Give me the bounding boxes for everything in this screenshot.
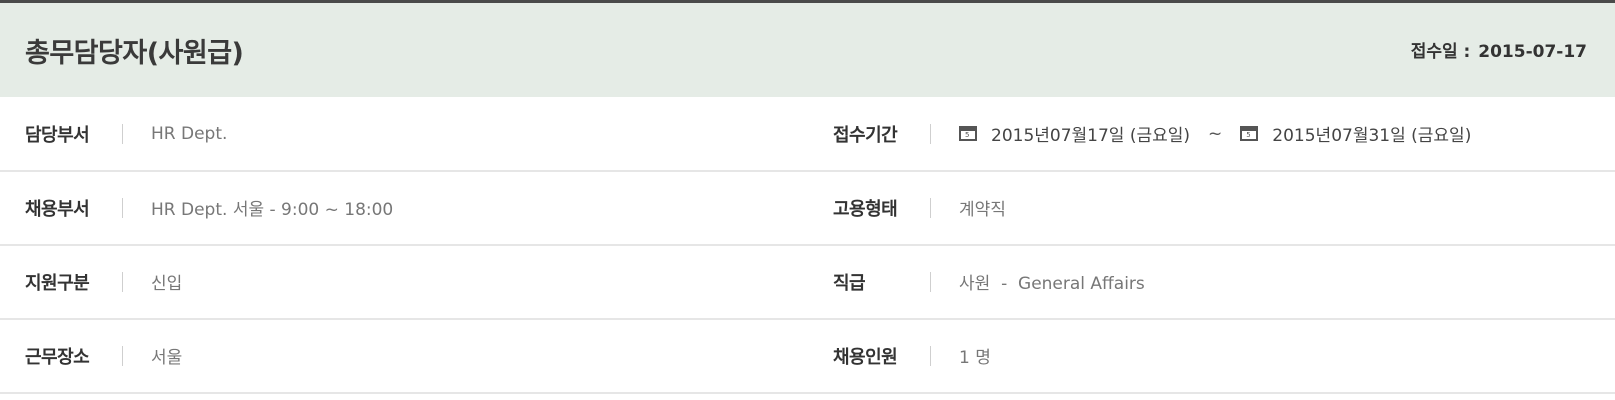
info-row: 담당부서 HR Dept. 접수기간 5 2015년07월17일 (금요일) ~… (0, 97, 1615, 172)
info-row: 채용부서 HR Dept. 서울 - 9:00 ~ 18:00 고용형태 계약직 (0, 171, 1615, 246)
field-label: 지원구분 (25, 272, 90, 294)
field-applicant-type: 지원구분 신입 (25, 245, 182, 318)
period-end: 2015년07월31일 (금요일) (1272, 126, 1472, 146)
divider (930, 197, 931, 218)
field-label: 담당부서 (25, 124, 90, 146)
received-date: 접수일 : 2015-07-17 (1411, 37, 1587, 62)
field-value: HR Dept. (151, 123, 228, 144)
received-date-label: 접수일 : (1410, 42, 1471, 62)
field-label: 채용부서 (25, 198, 90, 220)
field-label: 고용형태 (833, 198, 898, 220)
field-label: 접수기간 (833, 124, 898, 146)
received-date-value: 2015-07-17 (1478, 42, 1587, 62)
field-department: 담당부서 HR Dept. (25, 97, 227, 170)
calendar-icon: 5 (1240, 126, 1259, 141)
job-posting-panel: 총무담당자(사원급) 접수일 : 2015-07-17 담당부서 HR Dept… (0, 0, 1615, 400)
field-value: 서울 (151, 348, 183, 368)
field-value: HR Dept. 서울 - 9:00 ~ 18:00 (151, 200, 394, 220)
info-row: 근무장소 서울 채용인원 1 명 (0, 319, 1615, 394)
field-headcount: 채용인원 1 명 (833, 319, 991, 392)
field-value: 사원 - General Affairs (959, 274, 1145, 294)
field-value: 1 명 (959, 348, 991, 368)
posting-header: 총무담당자(사원급) 접수일 : 2015-07-17 (0, 3, 1615, 97)
field-label: 근무장소 (25, 346, 90, 368)
divider (122, 123, 123, 144)
divider (930, 271, 931, 292)
divider (122, 271, 123, 292)
field-label: 채용인원 (833, 346, 898, 368)
info-row: 지원구분 신입 직급 사원 - General Affairs (0, 245, 1615, 320)
field-application-period: 접수기간 5 2015년07월17일 (금요일) ~ 5 2015년07월31일… (833, 97, 1471, 170)
job-title: 총무담당자(사원급) (25, 38, 244, 69)
field-hiring-department: 채용부서 HR Dept. 서울 - 9:00 ~ 18:00 (25, 171, 393, 244)
period-separator: ~ (1208, 123, 1223, 144)
field-work-location: 근무장소 서울 (25, 319, 182, 392)
field-employment-type: 고용형태 계약직 (833, 171, 1006, 244)
divider (930, 123, 931, 144)
divider (930, 345, 931, 366)
field-value: 신입 (151, 274, 183, 294)
field-value: 계약직 (959, 200, 1006, 220)
field-position-level: 직급 사원 - General Affairs (833, 245, 1145, 318)
field-label: 직급 (833, 272, 866, 294)
divider (122, 197, 123, 218)
calendar-icon: 5 (959, 126, 977, 141)
period-start: 2015년07월17일 (금요일) (991, 126, 1191, 146)
divider (122, 345, 123, 366)
